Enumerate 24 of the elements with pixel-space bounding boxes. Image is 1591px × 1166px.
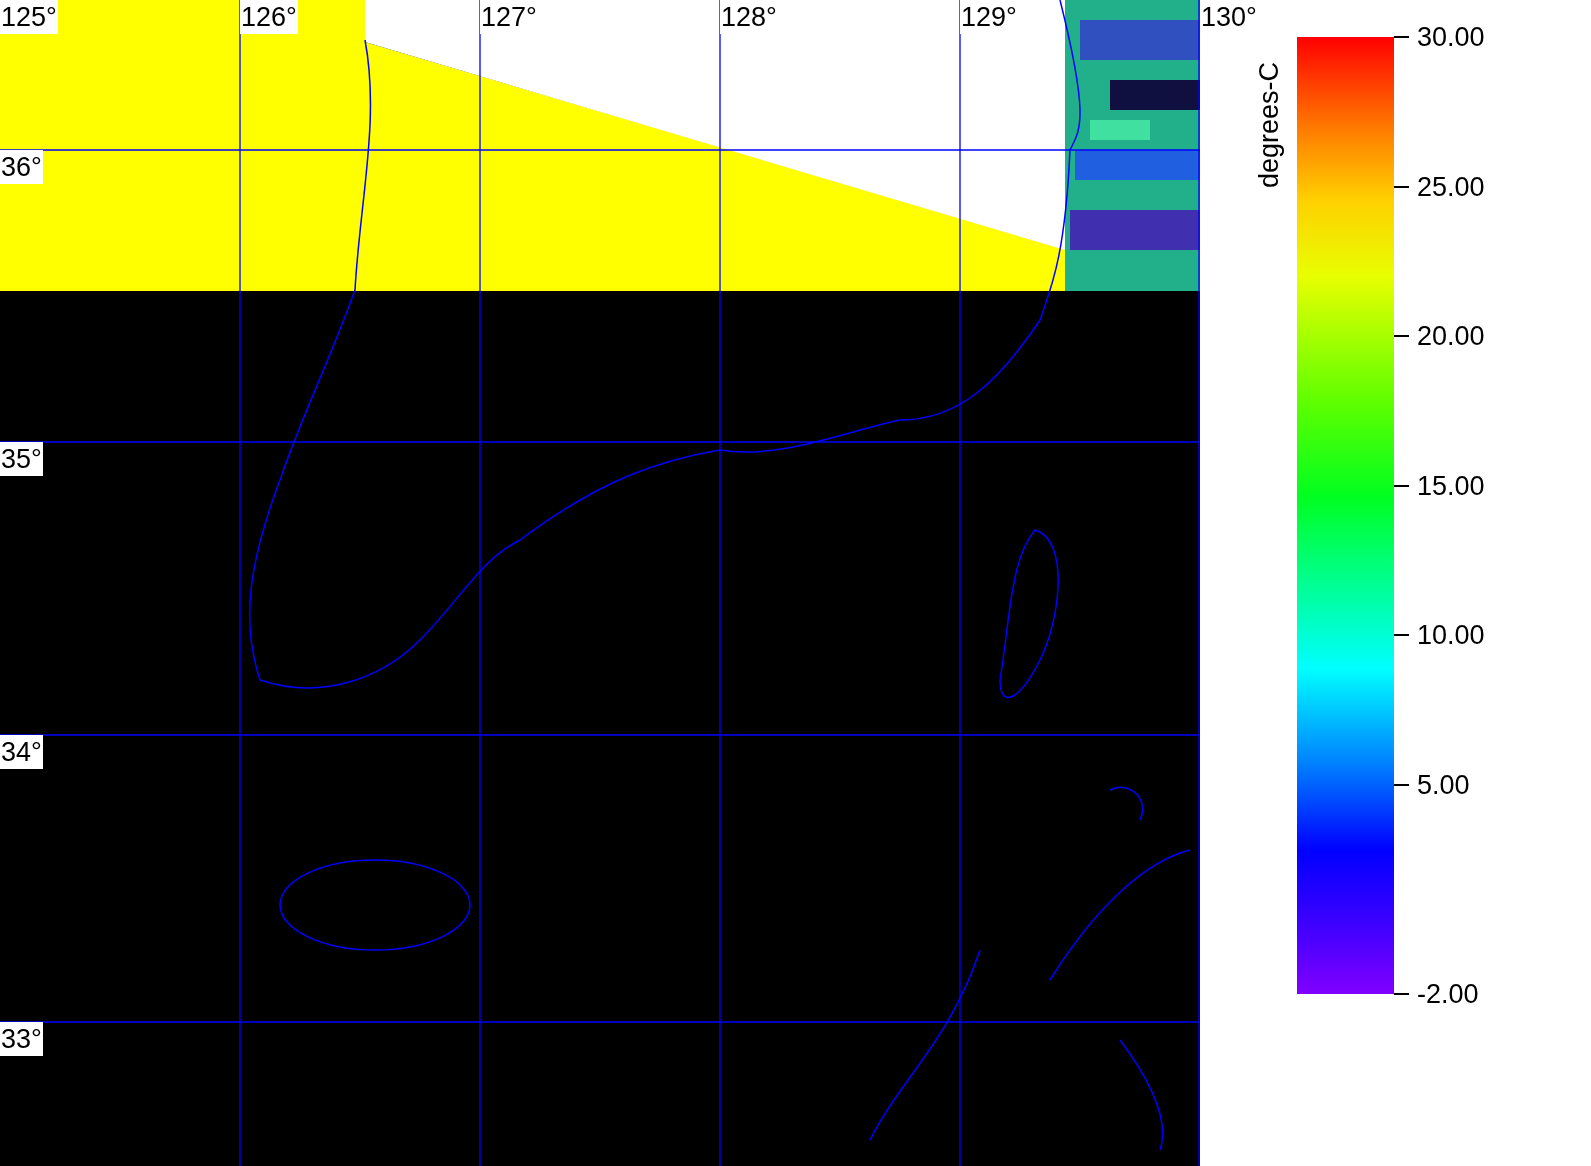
longitude-label: 129° <box>960 0 1018 34</box>
colorbar-title: degrees-C <box>1253 61 1285 188</box>
latitude-label: 33° <box>0 1022 43 1056</box>
tick-mark <box>1394 185 1409 188</box>
tick-mark <box>1394 484 1409 487</box>
latitude-label: 34° <box>0 735 43 769</box>
tick-mark <box>1394 783 1409 786</box>
tick-mark <box>1394 36 1409 38</box>
latitude-label: 36° <box>0 150 43 184</box>
longitude-label: 127° <box>480 0 538 34</box>
tick-label: 5.00 <box>1417 768 1470 802</box>
tick-mark <box>1394 335 1409 338</box>
tick-label: 25.00 <box>1417 170 1485 204</box>
tick-label: -2.00 <box>1417 978 1479 1011</box>
longitude-label: 126° <box>240 0 298 34</box>
tick-label: 20.00 <box>1417 320 1485 354</box>
tick-mark <box>1394 634 1409 637</box>
tick-label: 15.00 <box>1417 469 1485 503</box>
tick-label: 10.00 <box>1417 619 1485 653</box>
latitude-label: 35° <box>0 442 43 476</box>
longitude-label: 128° <box>720 0 778 34</box>
tick-mark <box>1394 993 1409 995</box>
tick-label: 30.00 <box>1417 21 1485 54</box>
longitude-label: 125° <box>0 0 58 34</box>
